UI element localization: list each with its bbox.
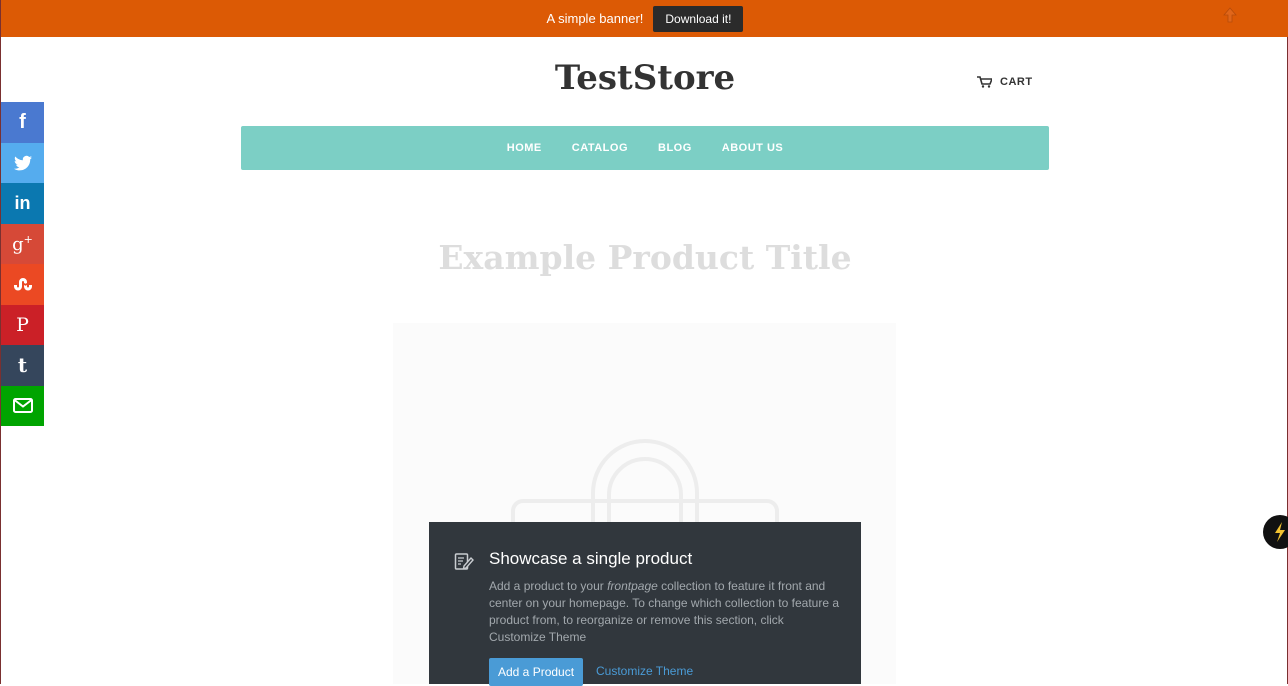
nav-item-home[interactable]: HOME xyxy=(507,142,542,154)
social-share-bar: f in g+ P t xyxy=(1,102,44,426)
notice-title: Showcase a single product xyxy=(489,549,693,568)
stumbleupon-share-button[interactable] xyxy=(1,264,44,305)
store-logo[interactable]: TestStore xyxy=(1,58,1288,98)
notice-body-emphasis: frontpage xyxy=(607,579,658,593)
stumbleupon-icon xyxy=(13,278,32,291)
facebook-icon: f xyxy=(19,110,26,133)
linkedin-icon: in xyxy=(14,192,31,213)
google-plus-share-button[interactable]: g+ xyxy=(1,223,44,264)
edit-document-icon xyxy=(454,552,474,577)
envelope-icon xyxy=(12,398,33,414)
cart-icon xyxy=(977,76,992,88)
notice-body-pre: Add a product to your xyxy=(489,579,608,593)
twitter-share-button[interactable] xyxy=(1,142,44,183)
twitter-icon xyxy=(13,155,32,171)
lightning-chat-button[interactable] xyxy=(1263,515,1288,549)
notice-body: Add a product to your frontpage collecti… xyxy=(489,578,839,646)
google-plus-icon: g+ xyxy=(12,232,33,255)
lightning-chat-icon xyxy=(1275,522,1285,542)
arrow-up-icon[interactable] xyxy=(1221,6,1239,24)
linkedin-share-button[interactable]: in xyxy=(1,183,44,224)
pinterest-icon: P xyxy=(16,313,29,336)
nav-item-blog[interactable]: BLOG xyxy=(658,142,692,154)
add-product-button[interactable]: Add a Product xyxy=(489,658,584,686)
customize-theme-link[interactable]: Customize Theme xyxy=(596,664,693,678)
announcement-banner: A simple banner! Download it! xyxy=(1,0,1288,37)
tumblr-icon: t xyxy=(17,353,28,378)
tumblr-share-button[interactable]: t xyxy=(1,345,44,386)
pinterest-share-button[interactable]: P xyxy=(1,304,44,345)
email-share-button[interactable] xyxy=(1,385,44,426)
cart-label: CART xyxy=(1000,76,1033,88)
cart-link[interactable]: CART xyxy=(977,76,1033,88)
nav-item-about-us[interactable]: ABOUT US xyxy=(722,142,783,154)
facebook-share-button[interactable]: f xyxy=(1,102,44,143)
nav-item-catalog[interactable]: CATALOG xyxy=(572,142,628,154)
banner-text: A simple banner! xyxy=(546,11,644,26)
main-nav: HOME CATALOG BLOG ABOUT US xyxy=(241,126,1049,170)
download-button[interactable]: Download it! xyxy=(653,5,744,32)
theme-editor-notice: Showcase a single product Add a product … xyxy=(429,522,861,686)
product-title: Example Product Title xyxy=(438,238,852,277)
